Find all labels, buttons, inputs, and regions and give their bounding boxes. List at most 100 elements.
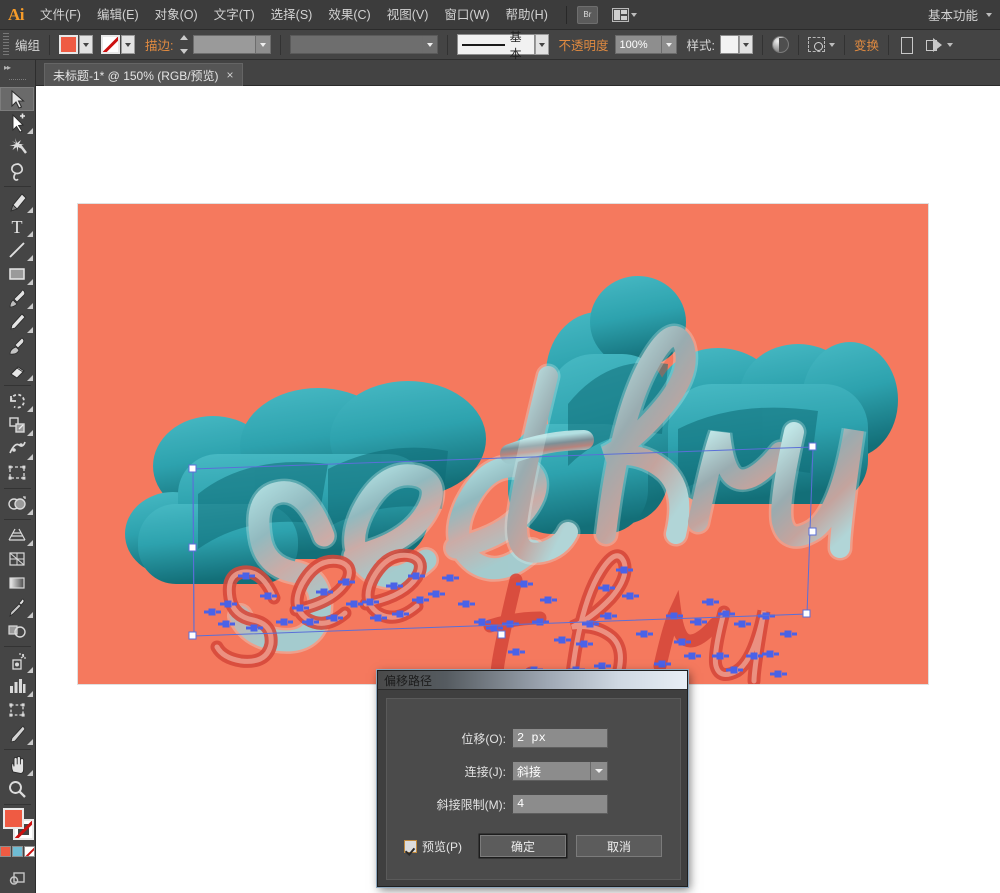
fill-swatch-group[interactable] — [59, 35, 94, 54]
chevron-down-icon[interactable] — [947, 42, 954, 47]
transform-label[interactable]: 变换 — [854, 35, 879, 54]
graphic-style-swatch[interactable] — [720, 35, 739, 54]
ok-button[interactable]: 确定 — [480, 835, 566, 857]
workspace-switcher[interactable]: 基本功能 — [928, 5, 1000, 24]
stroke-profile-combo[interactable] — [289, 35, 438, 54]
gradient-tool[interactable] — [0, 571, 34, 595]
artboard[interactable] — [78, 204, 928, 684]
selection-tool[interactable] — [0, 87, 34, 111]
arrange-documents-button[interactable] — [611, 7, 637, 22]
opacity-label[interactable]: 不透明度 — [559, 35, 609, 54]
eyedropper-tool[interactable] — [0, 595, 34, 619]
fill-dropdown-button[interactable] — [79, 35, 94, 54]
menu-help[interactable]: 帮助(H) — [498, 0, 556, 30]
app-logo-icon: Ai — [8, 4, 25, 24]
chevron-down-icon[interactable] — [829, 42, 835, 47]
lasso-tool-glyph-icon — [11, 163, 23, 181]
menu-window[interactable]: 窗口(W) — [436, 0, 497, 30]
mesh-tool[interactable] — [0, 547, 34, 571]
paintbrush-tool[interactable] — [0, 286, 34, 310]
draw-mode-icon[interactable] — [926, 37, 943, 52]
menu-view[interactable]: 视图(V) — [379, 0, 437, 30]
joins-dropdown-button[interactable] — [590, 762, 607, 780]
miter-limit-row: 斜接限制(M): 4 — [387, 793, 680, 815]
hand-tool[interactable] — [0, 753, 34, 777]
close-icon[interactable]: × — [227, 69, 234, 81]
tool-flyout-indicator-icon — [26, 278, 33, 285]
lasso-tool[interactable] — [0, 159, 34, 183]
perspective-grid-tool[interactable] — [0, 523, 34, 547]
menu-object[interactable]: 对象(O) — [147, 0, 206, 30]
opacity-appearance-icon[interactable] — [772, 36, 789, 53]
stroke-weight-label[interactable]: 描边: — [145, 35, 173, 54]
stroke-color-swatch-none[interactable] — [101, 35, 121, 54]
zoom-tool[interactable] — [0, 777, 34, 801]
symbol-sprayer-tool[interactable] — [0, 650, 34, 674]
brush-stroke-preview-icon — [461, 43, 505, 46]
offset-path-dialog[interactable]: 偏移路径 位移(O): 2 px 连接(J): 斜接 斜接限制(M): 4 预览… — [377, 670, 688, 887]
pencil-tool[interactable] — [0, 310, 34, 334]
fill-color-swatch[interactable] — [59, 35, 79, 54]
miter-limit-field[interactable]: 4 — [512, 794, 608, 814]
opacity-field[interactable]: 100% — [614, 35, 677, 54]
fill-stroke-indicator[interactable] — [1, 808, 35, 842]
menu-effect[interactable]: 效果(C) — [320, 0, 378, 30]
rectangle-tool[interactable] — [0, 262, 34, 286]
rotate-tool[interactable] — [0, 389, 34, 413]
slice-tool[interactable] — [0, 722, 34, 746]
stroke-weight-stepper[interactable] — [178, 35, 191, 54]
blend-tool[interactable] — [0, 619, 34, 643]
dialog-title-bar[interactable]: 偏移路径 — [378, 671, 687, 690]
tools-panel-header[interactable]: ▸▸ — [0, 60, 35, 74]
stroke-weight-dropdown[interactable] — [254, 36, 270, 53]
magic-wand-tool[interactable] — [0, 135, 34, 159]
column-graph-tool[interactable] — [0, 674, 34, 698]
scale-tool[interactable] — [0, 413, 34, 437]
menu-select[interactable]: 选择(S) — [263, 0, 321, 30]
menu-type[interactable]: 文字(T) — [206, 0, 263, 30]
gradient-button[interactable] — [12, 846, 23, 857]
artboard-tool[interactable] — [0, 698, 34, 722]
stepper-down-icon[interactable] — [180, 49, 188, 54]
document-tab[interactable]: 未标题-1* @ 150% (RGB/预览) × — [44, 63, 243, 86]
stepper-up-icon[interactable] — [180, 35, 188, 40]
drawing-mode-button[interactable] — [0, 869, 35, 885]
eraser-tool[interactable] — [0, 358, 34, 382]
stroke-profile-dropdown[interactable] — [421, 36, 437, 53]
stroke-swatch-group[interactable] — [101, 35, 136, 54]
free-transform-tool[interactable] — [0, 461, 34, 485]
preview-checkbox[interactable] — [404, 839, 417, 853]
color-button[interactable] — [0, 846, 11, 857]
width-tool[interactable] — [0, 437, 34, 461]
menu-edit[interactable]: 编辑(E) — [89, 0, 147, 30]
style-label: 样式: — [686, 39, 715, 53]
align-icon[interactable] — [808, 37, 825, 52]
blob-brush-tool[interactable] — [0, 334, 34, 358]
bridge-icon[interactable]: Br — [576, 5, 598, 24]
tools-panel-grip[interactable] — [9, 75, 26, 85]
direct-selection-tool[interactable] — [0, 111, 34, 135]
line-segment-tool[interactable] — [0, 238, 34, 262]
expand-panel-icon[interactable]: ▸▸ — [4, 63, 11, 72]
brush-dropdown-button[interactable] — [534, 34, 549, 55]
none-button[interactable] — [24, 846, 35, 857]
stroke-dropdown-button[interactable] — [121, 35, 136, 54]
graphic-style-dropdown[interactable] — [739, 35, 753, 54]
stroke-weight-combo[interactable] — [192, 35, 271, 54]
offset-field[interactable]: 2 px — [512, 728, 608, 748]
shape-builder-tool[interactable] — [0, 492, 34, 516]
type-tool[interactable]: T — [0, 214, 34, 238]
control-bar-grip[interactable] — [2, 32, 11, 57]
joins-select[interactable]: 斜接 — [512, 761, 608, 781]
chevron-down-icon — [259, 42, 266, 47]
cancel-button[interactable]: 取消 — [576, 835, 662, 857]
brush-definition-combo[interactable]: 基本 — [456, 30, 535, 61]
opacity-dropdown[interactable] — [660, 36, 676, 53]
offset-value: 2 px — [517, 731, 546, 745]
menu-file[interactable]: 文件(F) — [32, 0, 89, 30]
tool-group-divider — [4, 385, 31, 386]
tool-flyout-indicator-icon — [26, 539, 33, 546]
pen-tool[interactable] — [0, 190, 34, 214]
isolate-group-icon[interactable] — [898, 37, 919, 54]
fill-swatch[interactable] — [2, 808, 24, 829]
